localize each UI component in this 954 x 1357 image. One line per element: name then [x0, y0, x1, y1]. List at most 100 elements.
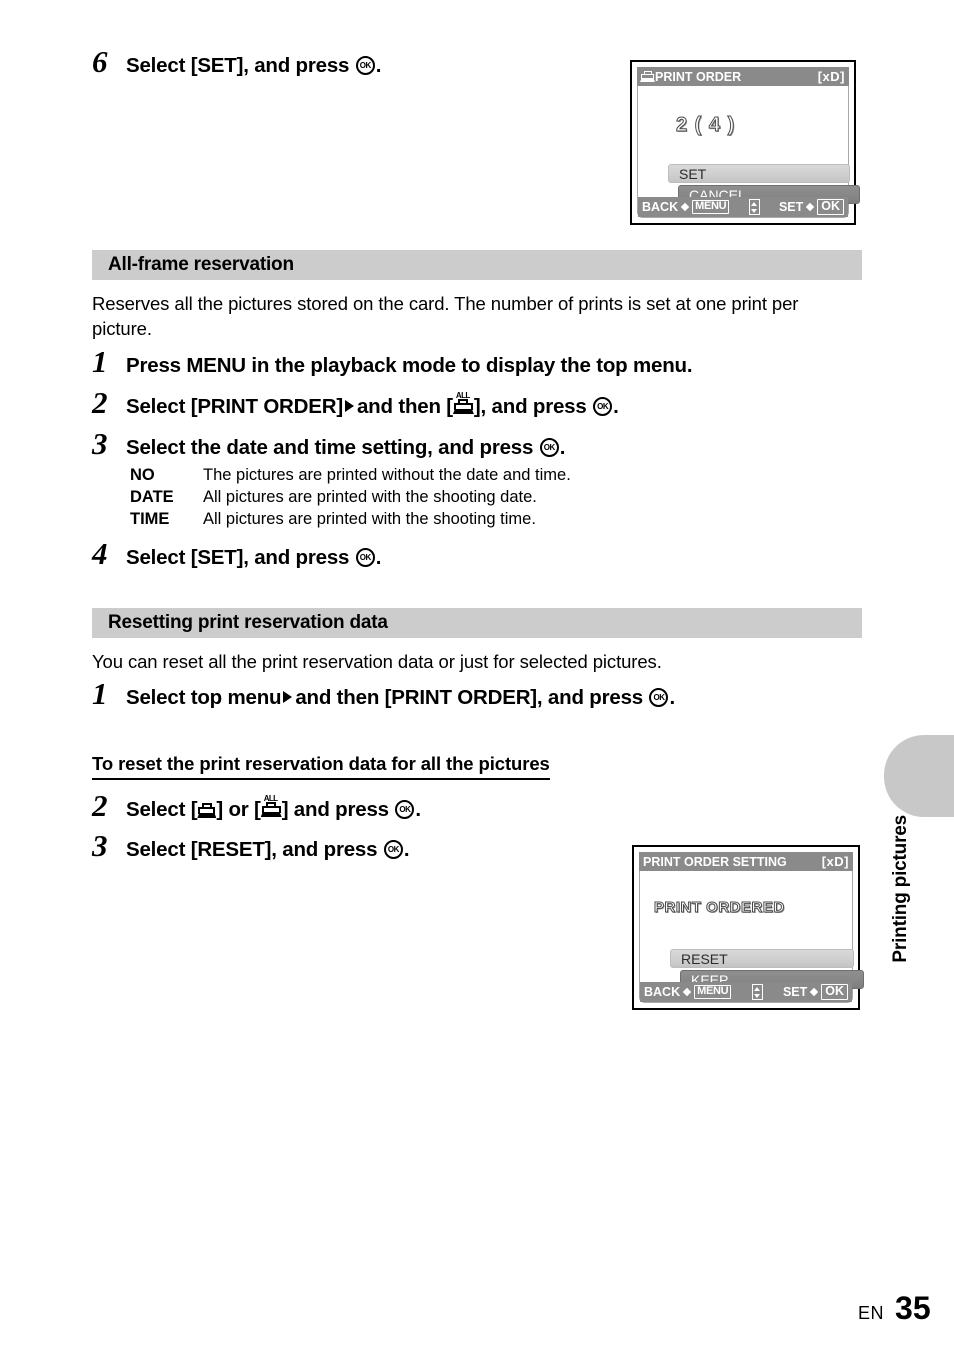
all-frame-step-1-text: Press MENU in the playback mode to displ…: [126, 354, 693, 377]
all-frame-step-4-text: Select [SET], and press .: [126, 546, 381, 570]
resetting-step-3-text: Select [RESET], and press .: [126, 838, 410, 862]
resetting-step-1-number: 1: [92, 676, 108, 711]
all-frame-step-4-part1: Select [SET], and press: [126, 546, 350, 569]
all-frame-step-1-number: 1: [92, 344, 108, 379]
step-6-label: Select [SET], and press: [126, 54, 350, 77]
status-menu-key: MENU: [692, 199, 730, 215]
lcd-print-order-titlebar: PRINT ORDER [xD]: [637, 67, 849, 86]
option-value-no: The pictures are printed without the dat…: [203, 466, 571, 484]
lcd-menu-item-set-label: SET: [679, 165, 707, 182]
step-6-period: .: [375, 54, 382, 77]
status-back-group: BACK MENU: [644, 984, 732, 1000]
status-set-group: SET OK: [779, 198, 844, 216]
all-frame-step-3-part1: Select the date and time setting, and pr…: [126, 436, 534, 459]
option-key-time: TIME: [130, 510, 170, 528]
section-header-all-frame-label: All-frame reservation: [108, 254, 294, 275]
edge-thumb-tab: [884, 735, 954, 817]
resetting-subhead-label: To reset the print reservation data for …: [92, 753, 550, 774]
all-frame-step-2-part1: Select [PRINT ORDER]: [126, 395, 343, 418]
resetting-intro-text: You can reset all the print reservation …: [92, 650, 862, 675]
section-header-resetting: Resetting print reservation data: [92, 608, 862, 638]
printer-all-icon: ALL: [452, 392, 474, 416]
resetting-step-1-part2: and then [PRINT ORDER], and press: [295, 686, 643, 709]
up-down-arrows-icon: [751, 984, 763, 1000]
option-row-time: TIME All pictures are printed with the s…: [130, 511, 536, 528]
all-frame-step-3: 3 Select the date and time setting, and …: [92, 428, 565, 460]
all-frame-step-4-part2: .: [375, 546, 382, 569]
resetting-step-3-number: 3: [92, 828, 108, 863]
option-key-date: DATE: [130, 488, 174, 506]
step-6-text: Select [SET], and press .: [126, 54, 381, 78]
lcd-menu-item-reset[interactable]: RESET: [670, 949, 854, 968]
resetting-step-2-number: 2: [92, 788, 108, 823]
status-back-label: BACK: [642, 199, 679, 214]
lcd-print-order-body: 2 ( 4 ) SET CANCEL BACK MENU SET OK: [637, 86, 860, 218]
lcd-print-order: PRINT ORDER [xD] 2 ( 4 ) SET CANCEL BACK…: [630, 60, 860, 225]
resetting-step-1-part1: Select top menu: [126, 686, 282, 709]
resetting-step-1-part3: .: [669, 686, 675, 709]
resetting-step-2-part4: .: [415, 798, 421, 821]
ok-button-icon: [539, 438, 559, 457]
lcd-print-order-setting-value: PRINT ORDERED: [654, 899, 785, 917]
lcd-print-order-setting-card-label: [xD]: [821, 854, 849, 869]
lcd-print-order-setting-titlebar: PRINT ORDER SETTING [xD]: [639, 852, 853, 871]
step-6: 6 Select [SET], and press .: [92, 46, 381, 78]
footer-language-code: EN: [858, 1303, 885, 1323]
lcd-print-order-setting-title: PRINT ORDER SETTING: [643, 854, 787, 869]
ok-button-icon: [355, 56, 375, 75]
lcd-print-order-title: PRINT ORDER: [655, 69, 742, 84]
lcd-print-order-card-label: [xD]: [817, 69, 845, 84]
ok-button-icon: [395, 800, 415, 819]
lcd-print-order-setting-body: PRINT ORDERED RESET KEEP BACK MENU SET O…: [639, 871, 864, 1003]
resetting-step-2-part1: Select [: [126, 798, 198, 821]
ok-button-icon: [355, 548, 375, 567]
all-frame-step-2-number: 2: [92, 385, 108, 420]
option-value-date: All pictures are printed with the shooti…: [203, 488, 537, 506]
option-row-no: NO The pictures are printed without the …: [130, 467, 571, 484]
status-middle-group: [731, 984, 783, 1000]
resetting-intro-label: You can reset all the print reservation …: [92, 651, 662, 672]
diamond-icon: [806, 202, 815, 212]
printer-icon: [640, 70, 655, 83]
status-ok-key: OK: [821, 983, 848, 1001]
triangle-right-icon: [344, 400, 354, 412]
status-menu-key: MENU: [694, 984, 732, 1000]
triangle-right-icon: [283, 691, 293, 703]
resetting-step-3-part2: .: [403, 838, 410, 861]
step-6-number: 6: [92, 44, 108, 79]
printer-icon: [197, 802, 217, 819]
lcd-print-order-setting-inner: PRINT ORDER SETTING [xD] PRINT ORDERED R…: [639, 852, 864, 1003]
all-frame-step-2-part4: .: [613, 395, 619, 418]
resetting-step-2-part3: ] and press: [281, 798, 389, 821]
all-frame-step-1: 1 Press MENU in the playback mode to dis…: [92, 344, 693, 379]
all-frame-intro-text: Reserves all the pictures stored on the …: [92, 292, 862, 341]
lcd-menu-item-set[interactable]: SET: [668, 164, 850, 183]
resetting-step-3: 3 Select [RESET], and press .: [92, 828, 410, 863]
printer-all-icon: ALL: [260, 795, 282, 819]
lcd-print-order-inner: PRINT ORDER [xD] 2 ( 4 ) SET CANCEL BACK…: [637, 67, 860, 218]
lcd-menu-item-reset-label: RESET: [681, 950, 728, 967]
all-frame-step-4: 4 Select [SET], and press .: [92, 538, 381, 570]
diamond-icon: [682, 987, 692, 997]
lcd-print-order-setting-statusbar: BACK MENU SET OK: [640, 982, 852, 1002]
side-tab-label: Printing pictures: [890, 815, 911, 963]
all-frame-step-4-number: 4: [92, 536, 108, 571]
all-frame-step-3-number: 3: [92, 426, 108, 461]
section-header-all-frame-reservation: All-frame reservation: [92, 250, 862, 280]
all-frame-step-2-part3: ], and press: [473, 395, 587, 418]
status-middle-group: [729, 199, 779, 215]
status-back-label: BACK: [644, 984, 681, 999]
all-frame-step-3-text: Select the date and time setting, and pr…: [126, 436, 565, 460]
resetting-step-3-part1: Select [RESET], and press: [126, 838, 378, 861]
option-value-time: All pictures are printed with the shooti…: [203, 510, 536, 528]
lcd-print-order-value: 2 ( 4 ): [675, 114, 736, 137]
all-frame-step-2-text: Select [PRINT ORDER] and then [ALL], and …: [126, 392, 619, 419]
ok-button-icon: [383, 840, 403, 859]
section-header-resetting-label: Resetting print reservation data: [108, 612, 388, 633]
status-back-group: BACK MENU: [642, 199, 730, 215]
all-frame-step-2: 2 Select [PRINT ORDER] and then [ALL], an…: [92, 387, 619, 419]
option-key-no: NO: [130, 466, 155, 484]
diamond-icon: [680, 202, 690, 212]
ok-button-icon: [593, 397, 613, 416]
resetting-step-1: 1 Select top menu and then [PRINT ORDER],…: [92, 678, 675, 710]
